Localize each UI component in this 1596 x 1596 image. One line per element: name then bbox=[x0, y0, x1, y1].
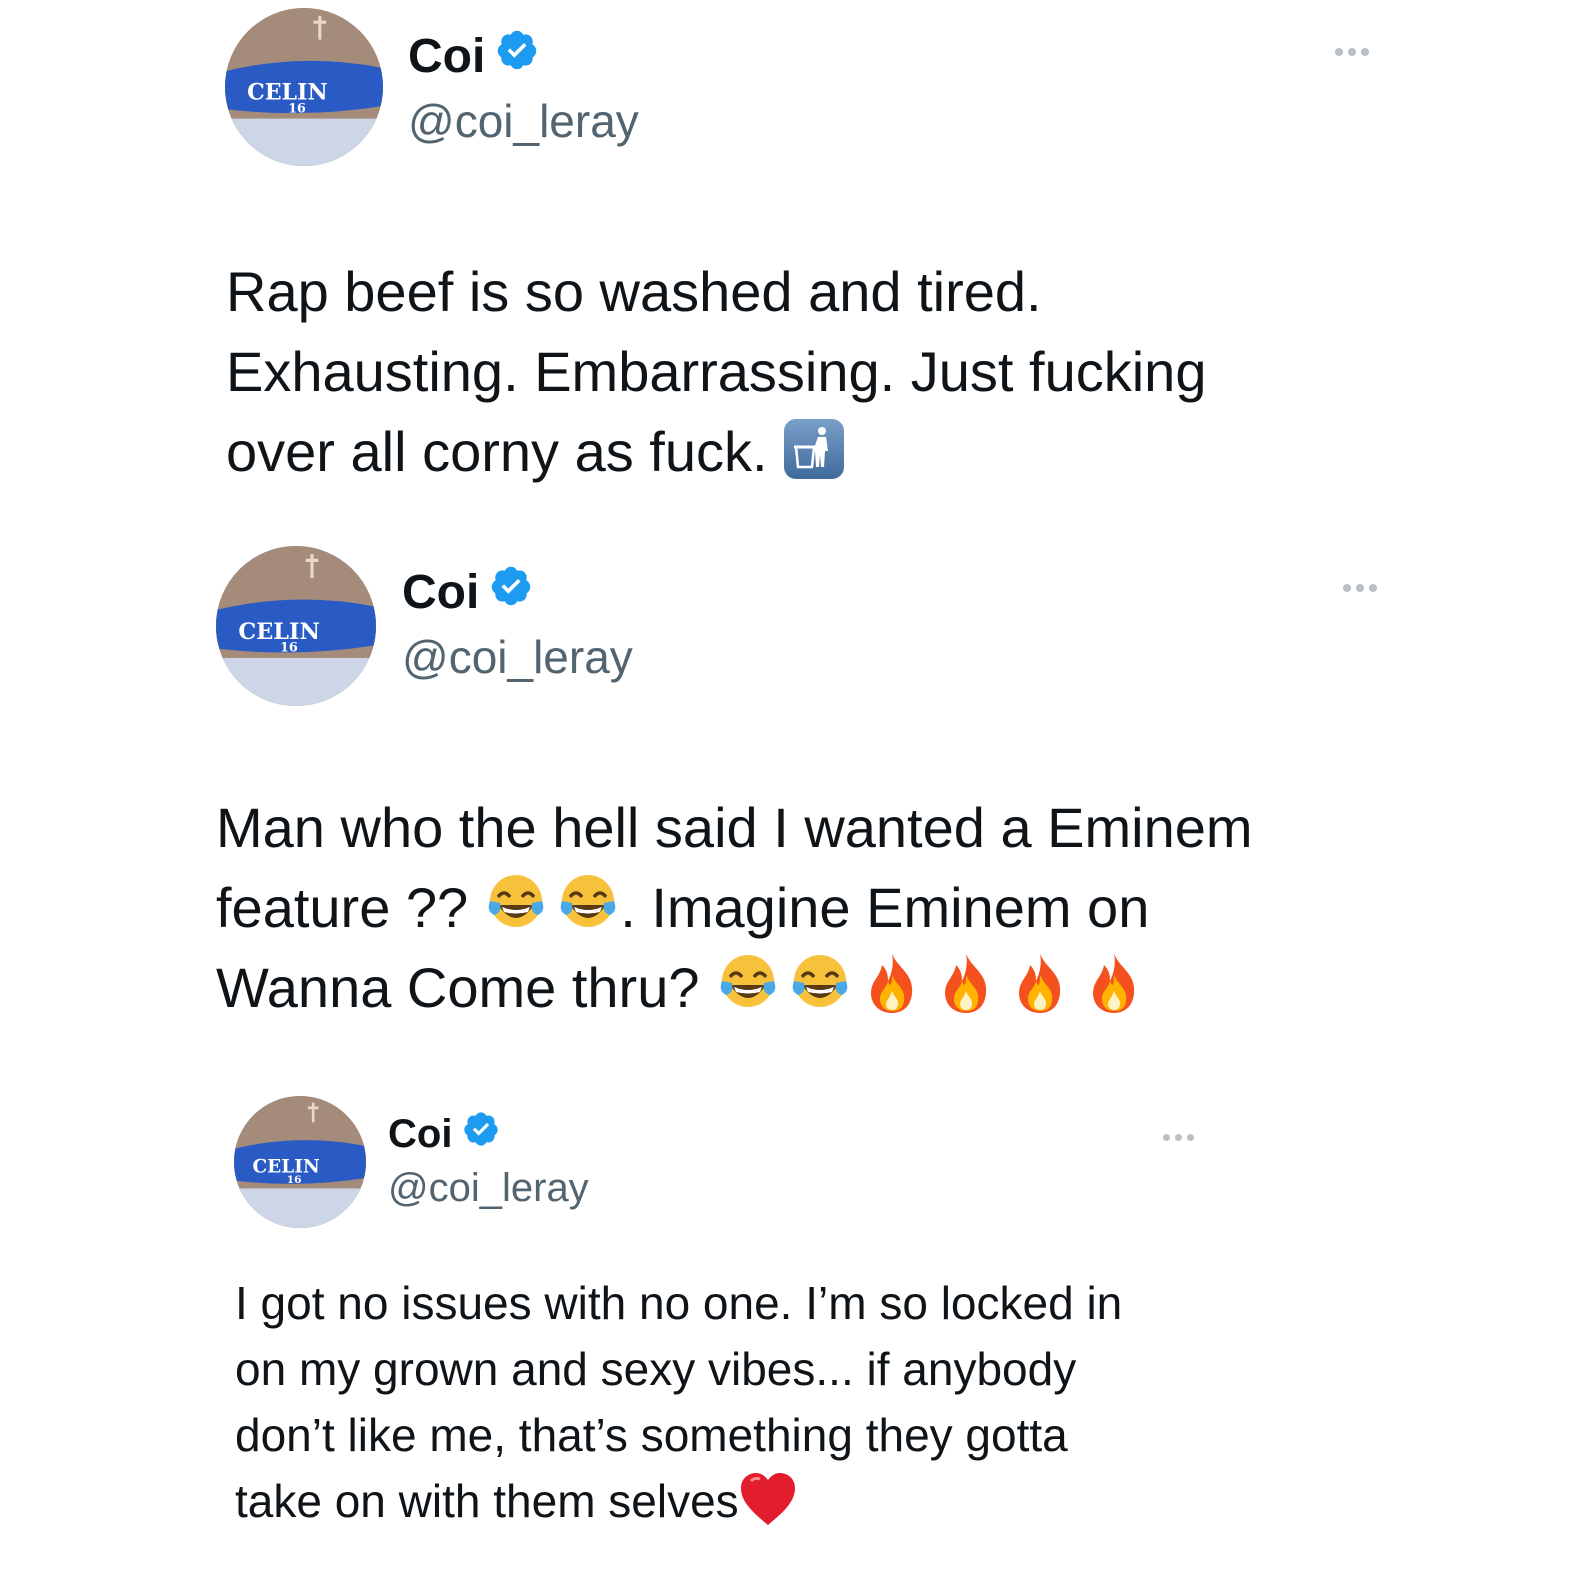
litter-bin-icon bbox=[782, 417, 846, 481]
fire-icon bbox=[1084, 951, 1144, 1015]
avatar-image: CELIN 16 bbox=[225, 8, 383, 166]
author-name-row[interactable]: Coi bbox=[402, 564, 533, 620]
tweet-line: Man who the hell said I wanted a Eminem bbox=[216, 796, 1253, 859]
tears-of-joy-icon bbox=[716, 951, 780, 1015]
svg-text:16: 16 bbox=[288, 100, 306, 115]
author-handle[interactable]: @coi_leray bbox=[402, 630, 633, 684]
tweet-line: I got no issues with no one. I’m so lock… bbox=[235, 1277, 1123, 1329]
tweet-line: Wanna Come thru? bbox=[216, 948, 1253, 1028]
tweet-line: Rap beef is so washed and tired. bbox=[226, 260, 1042, 323]
author-name-row[interactable]: Coi bbox=[388, 1110, 500, 1158]
author-name-row[interactable]: Coi bbox=[408, 28, 539, 84]
tweet-line: don’t like me, that’s something they got… bbox=[235, 1409, 1068, 1461]
author-handle[interactable]: @coi_leray bbox=[408, 94, 639, 148]
avatar[interactable]: CELIN 16 bbox=[216, 546, 376, 706]
tears-of-joy-icon bbox=[556, 871, 620, 935]
tweet-2: CELIN 16 Coi @coi_leray Man who the hell… bbox=[0, 540, 1596, 1060]
tweet-1: CELIN 16 Coi @coi_leray Rap beef is so w… bbox=[0, 0, 1596, 500]
fire-icon bbox=[1010, 951, 1070, 1015]
fire-icon bbox=[936, 951, 996, 1015]
verified-badge-icon bbox=[489, 564, 533, 620]
author-name: Coi bbox=[408, 29, 486, 83]
tweet-line-text: feature ?? bbox=[216, 876, 469, 939]
tweet-line: on my grown and sexy vibes... if anybody bbox=[235, 1343, 1077, 1395]
author-name: Coi bbox=[388, 1111, 453, 1156]
svg-text:16: 16 bbox=[287, 1174, 302, 1186]
tweet-line-text: take on with them selves bbox=[235, 1475, 739, 1527]
tweet-text: Man who the hell said I wanted a Eminem … bbox=[216, 788, 1253, 1028]
red-heart-icon bbox=[739, 1471, 797, 1527]
tweet-line-text: over all corny as fuck. bbox=[226, 420, 768, 483]
tweet-line-text: Wanna Come thru? bbox=[216, 956, 700, 1019]
avatar-image: CELIN 16 bbox=[234, 1096, 366, 1228]
svg-text:16: 16 bbox=[280, 641, 298, 656]
tweet-text: Rap beef is so washed and tired. Exhaust… bbox=[226, 252, 1206, 492]
more-options-icon[interactable] bbox=[1343, 584, 1377, 592]
fire-icon bbox=[862, 951, 922, 1015]
tears-of-joy-icon bbox=[484, 871, 548, 935]
avatar[interactable]: CELIN 16 bbox=[225, 8, 383, 166]
tweet-line-last: take on with them selves bbox=[235, 1468, 1122, 1534]
verified-badge-icon bbox=[495, 28, 539, 84]
avatar-image: CELIN 16 bbox=[216, 546, 376, 706]
more-options-icon[interactable] bbox=[1335, 48, 1369, 56]
author-handle[interactable]: @coi_leray bbox=[388, 1166, 589, 1211]
avatar[interactable]: CELIN 16 bbox=[234, 1096, 366, 1228]
author-name: Coi bbox=[402, 565, 480, 619]
tweet-line-text: . Imagine Eminem on bbox=[620, 876, 1150, 939]
tweet-text: I got no issues with no one. I’m so lock… bbox=[235, 1270, 1122, 1534]
more-options-icon[interactable] bbox=[1163, 1134, 1194, 1141]
tweet-line-last: over all corny as fuck. bbox=[226, 412, 1206, 492]
tweet-line: feature ?? . Imagine Eminem on bbox=[216, 868, 1253, 948]
tweet-3: CELIN 16 Coi @coi_leray I got no issues … bbox=[0, 1080, 1596, 1596]
verified-badge-icon bbox=[462, 1110, 500, 1158]
tears-of-joy-icon bbox=[788, 951, 852, 1015]
tweet-line: Exhausting. Embarrassing. Just fucking bbox=[226, 340, 1207, 403]
